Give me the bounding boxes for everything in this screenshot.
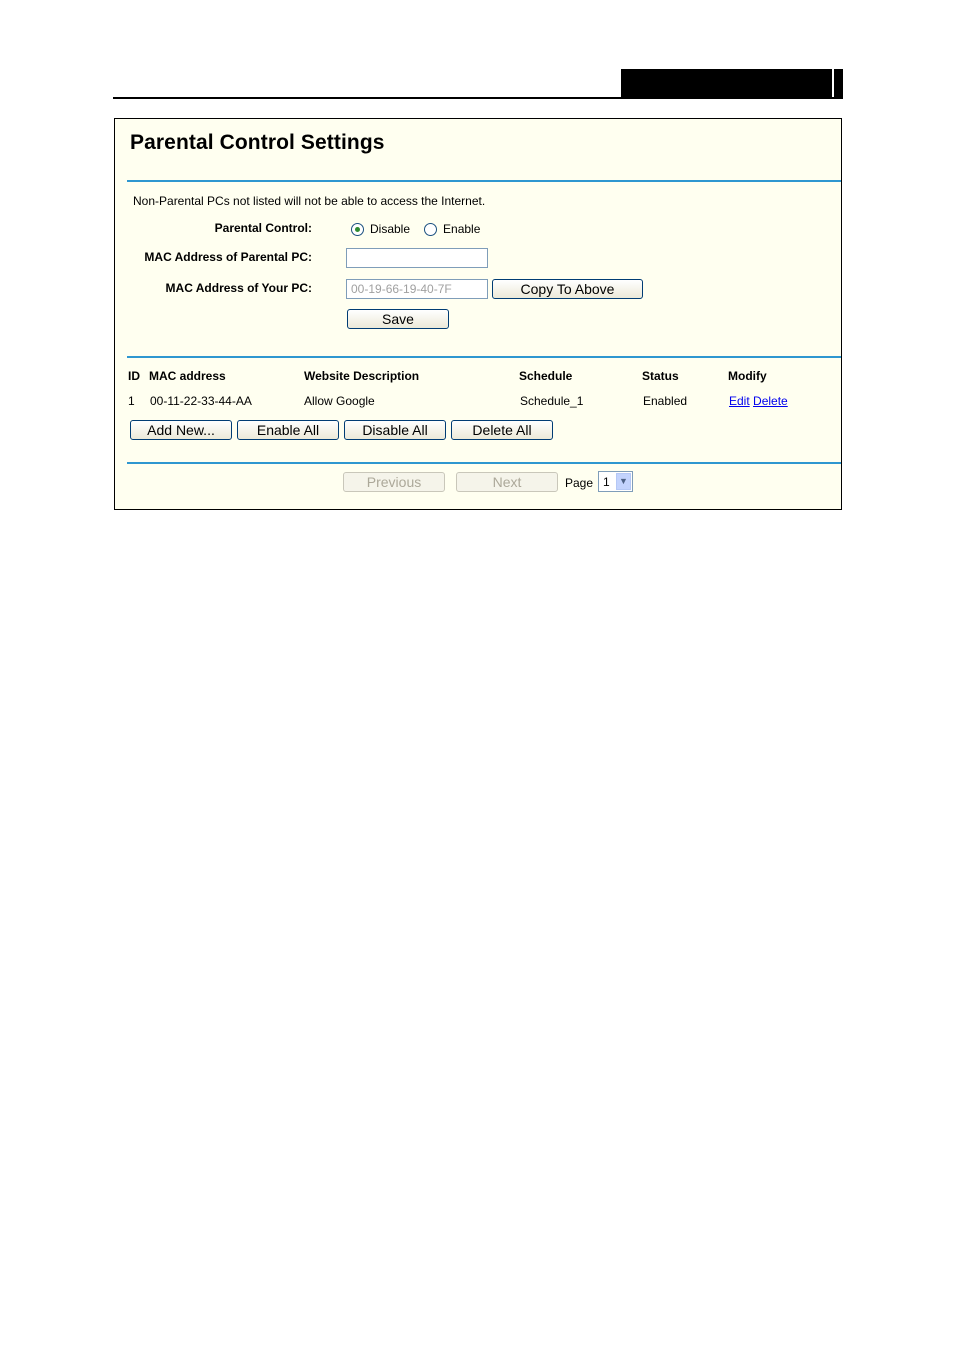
page-title: Parental Control Settings <box>130 131 385 154</box>
mac-parental-input[interactable] <box>346 248 488 268</box>
info-note: Non-Parental PCs not listed will not be … <box>133 194 486 208</box>
col-header-id: ID <box>128 369 140 383</box>
parental-control-label: Parental Control: <box>214 221 312 235</box>
col-header-schedule: Schedule <box>519 369 573 383</box>
row-status: Enabled <box>643 394 688 408</box>
radio-enable[interactable] <box>424 222 438 236</box>
delete-link[interactable]: Delete <box>753 394 788 408</box>
delete-all-button[interactable]: Delete All <box>451 420 553 440</box>
separator-bottom <box>127 462 841 464</box>
save-button[interactable]: Save <box>347 309 449 329</box>
row-modify: Edit Delete <box>729 394 788 408</box>
header-bar <box>621 69 843 99</box>
page-label: Page <box>565 476 594 490</box>
col-header-mac: MAC address <box>149 369 226 383</box>
enable-all-button[interactable]: Enable All <box>237 420 339 440</box>
parental-control-panel: Parental Control Settings Non-Parental P… <box>114 118 842 510</box>
disable-all-button[interactable]: Disable All <box>344 420 446 440</box>
col-header-modify: Modify <box>728 369 767 383</box>
copy-to-above-button[interactable]: Copy To Above <box>492 279 643 299</box>
radio-disable-label: Disable <box>370 222 411 236</box>
header-rule <box>113 97 843 99</box>
mac-parental-label: MAC Address of Parental PC: <box>144 250 312 264</box>
row-schedule: Schedule_1 <box>520 394 584 408</box>
radio-disable[interactable] <box>351 222 364 236</box>
row-id: 1 <box>128 394 135 408</box>
radio-enable-label: Enable <box>443 222 481 236</box>
mac-your-label: MAC Address of Your PC: <box>165 281 312 295</box>
col-header-description: Website Description <box>304 369 420 383</box>
separator-middle <box>127 356 841 358</box>
add-new-button[interactable]: Add New... <box>130 420 232 440</box>
page-select[interactable]: 1 ▼ <box>598 471 633 492</box>
separator-top <box>127 180 841 182</box>
row-description: Allow Google <box>304 394 375 408</box>
page-select-value: 1 <box>603 475 610 489</box>
col-header-status: Status <box>642 369 679 383</box>
mac-your-input <box>346 279 488 299</box>
parental-control-radios: Disable Enable <box>351 222 494 236</box>
row-mac: 00-11-22-33-44-AA <box>150 394 252 408</box>
edit-link[interactable]: Edit <box>729 394 750 408</box>
previous-button: Previous <box>343 472 445 492</box>
chevron-down-icon[interactable]: ▼ <box>616 473 631 490</box>
header-bar-gap <box>832 69 834 99</box>
next-button: Next <box>456 472 558 492</box>
